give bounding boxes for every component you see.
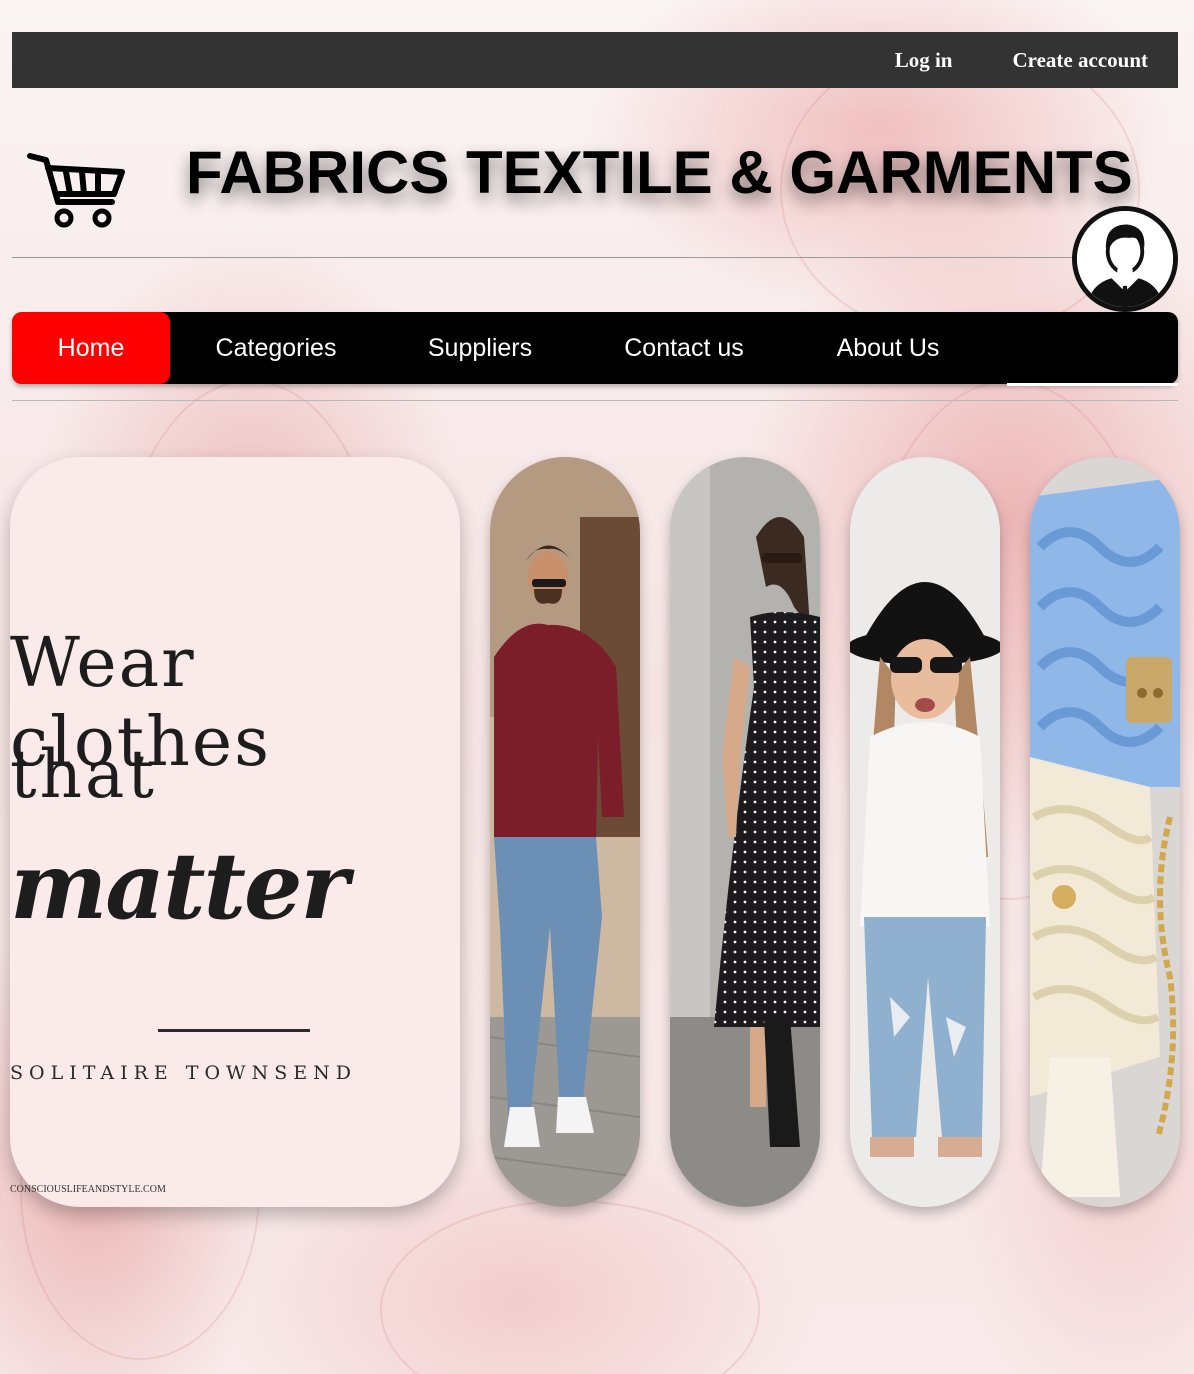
- main-navigation: Home Categories Suppliers Contact us Abo…: [12, 312, 1178, 384]
- man-in-red-sweater-photo[interactable]: [490, 457, 640, 1207]
- woman-in-polka-dot-dress-photo[interactable]: [670, 457, 820, 1207]
- shopping-cart-icon[interactable]: [26, 150, 126, 230]
- quote-line-3: matter: [10, 832, 349, 940]
- quote-author: SOLITAIRE TOWNSEND: [10, 1062, 357, 1084]
- nav-divider: [12, 400, 1178, 401]
- girl-in-black-hat-photo[interactable]: [850, 457, 1000, 1207]
- quote-rule: [158, 1029, 310, 1032]
- user-avatar-icon[interactable]: [1072, 206, 1178, 312]
- create-account-link[interactable]: Create account: [1013, 48, 1149, 73]
- login-link[interactable]: Log in: [895, 48, 953, 73]
- nav-home[interactable]: Home: [12, 312, 170, 384]
- nav-categories[interactable]: Categories: [170, 312, 382, 384]
- site-title: FABRICS TEXTILE & GARMENTS: [186, 139, 1133, 206]
- account-bar: Log in Create account: [12, 32, 1178, 88]
- quote-line-2: that: [10, 736, 157, 813]
- knitted-handbags-photo[interactable]: [1030, 457, 1180, 1207]
- nav-underline: [1007, 383, 1178, 386]
- nav-suppliers[interactable]: Suppliers: [382, 312, 578, 384]
- quote-source: CONSCIOUSLIFEANDSTYLE.COM: [10, 1184, 166, 1195]
- nav-contact-us[interactable]: Contact us: [578, 312, 790, 384]
- nav-about-us[interactable]: About Us: [790, 312, 986, 384]
- header-divider: [12, 257, 1076, 258]
